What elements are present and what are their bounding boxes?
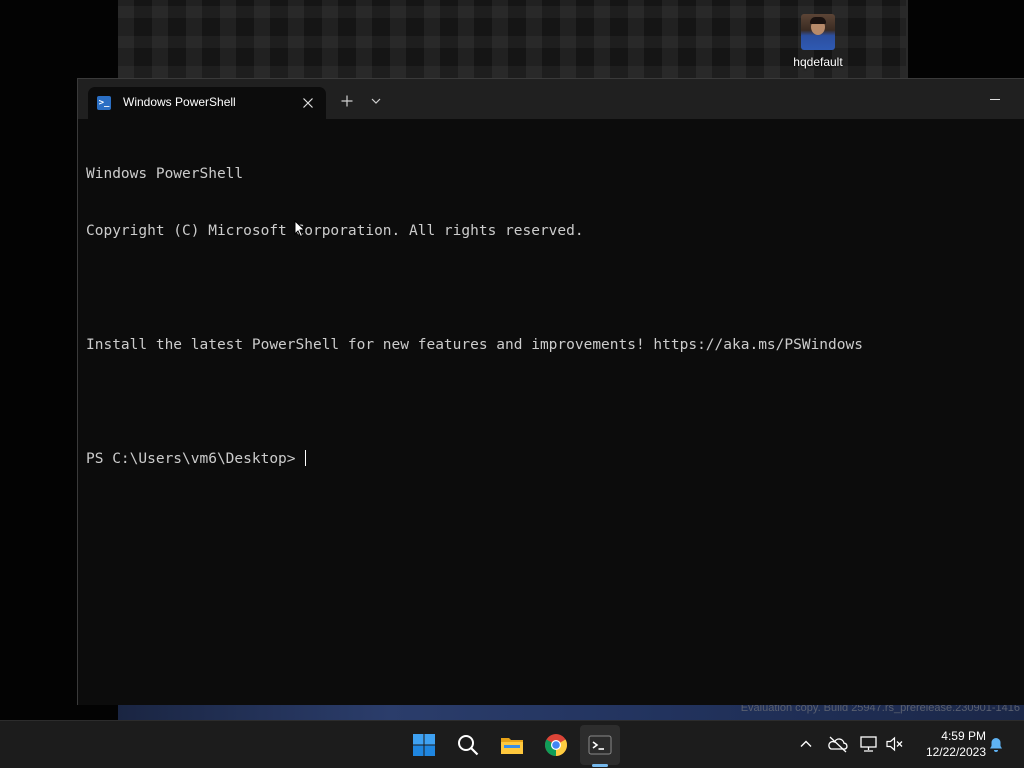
onedrive-offline-icon [828, 736, 848, 753]
terminal-line: Copyright (C) Microsoft Corporation. All… [86, 223, 584, 239]
clock-time: 4:59 PM [941, 729, 986, 743]
close-icon [303, 98, 313, 108]
chevron-up-icon [800, 740, 812, 747]
title-bar[interactable]: >_ Windows PowerShell [78, 79, 1024, 119]
close-tab-button[interactable] [296, 91, 320, 115]
network-tray-button[interactable] [858, 733, 880, 755]
terminal-prompt-line[interactable]: PS C:\Users\vm6\Desktop> [86, 450, 1016, 469]
network-icon [860, 736, 877, 752]
plus-icon [341, 95, 353, 107]
mouse-pointer-icon [294, 220, 306, 238]
terminal-window[interactable]: >_ Windows PowerShell Windows PowerShell… [77, 78, 1024, 705]
terminal-output[interactable]: Windows PowerShell Copyright (C) Microso… [86, 127, 1016, 507]
text-cursor [305, 450, 307, 466]
notification-bell-icon [990, 738, 1002, 752]
windows-start-icon [413, 734, 435, 756]
taskbar-clock[interactable]: 4:59 PM 12/22/2023 [912, 728, 986, 760]
onedrive-tray-button[interactable] [827, 733, 849, 755]
clock-date: 12/22/2023 [925, 745, 986, 759]
desktop: Evaluation copy. Build 25947.rs_prerelea… [0, 0, 1024, 720]
image-thumbnail-icon [801, 14, 835, 50]
search-button[interactable] [448, 725, 488, 765]
tab-windows-powershell[interactable]: >_ Windows PowerShell [88, 87, 326, 119]
terminal-line: Windows PowerShell [86, 166, 244, 182]
terminal-icon [588, 735, 612, 755]
folder-icon [501, 738, 523, 754]
prompt-text: PS C:\Users\vm6\Desktop> [86, 451, 296, 467]
active-app-indicator [592, 764, 608, 767]
notifications-button[interactable] [985, 733, 1007, 755]
file-explorer-button[interactable] [492, 725, 532, 765]
chevron-down-icon [371, 98, 381, 104]
minimize-button[interactable] [980, 85, 1010, 115]
desktop-icon-hqdefault[interactable]: hqdefault [786, 14, 850, 69]
tab-dropdown-button[interactable] [366, 90, 386, 112]
show-hidden-icons-button[interactable] [795, 733, 817, 755]
start-button[interactable] [404, 725, 444, 765]
desktop-icon-label: hqdefault [793, 55, 843, 69]
taskbar: 4:59 PM 12/22/2023 [0, 720, 1024, 768]
chrome-icon [545, 734, 567, 756]
search-icon [458, 735, 479, 756]
chrome-button[interactable] [536, 725, 576, 765]
new-tab-button[interactable] [336, 90, 358, 112]
tab-title: Windows PowerShell [123, 95, 236, 109]
terminal-line: Install the latest PowerShell for new fe… [86, 337, 863, 353]
powershell-icon: >_ [97, 96, 111, 110]
minimize-icon [990, 99, 1000, 100]
volume-muted-icon [886, 736, 903, 752]
terminal-button[interactable] [580, 725, 620, 765]
volume-tray-button[interactable] [884, 733, 906, 755]
